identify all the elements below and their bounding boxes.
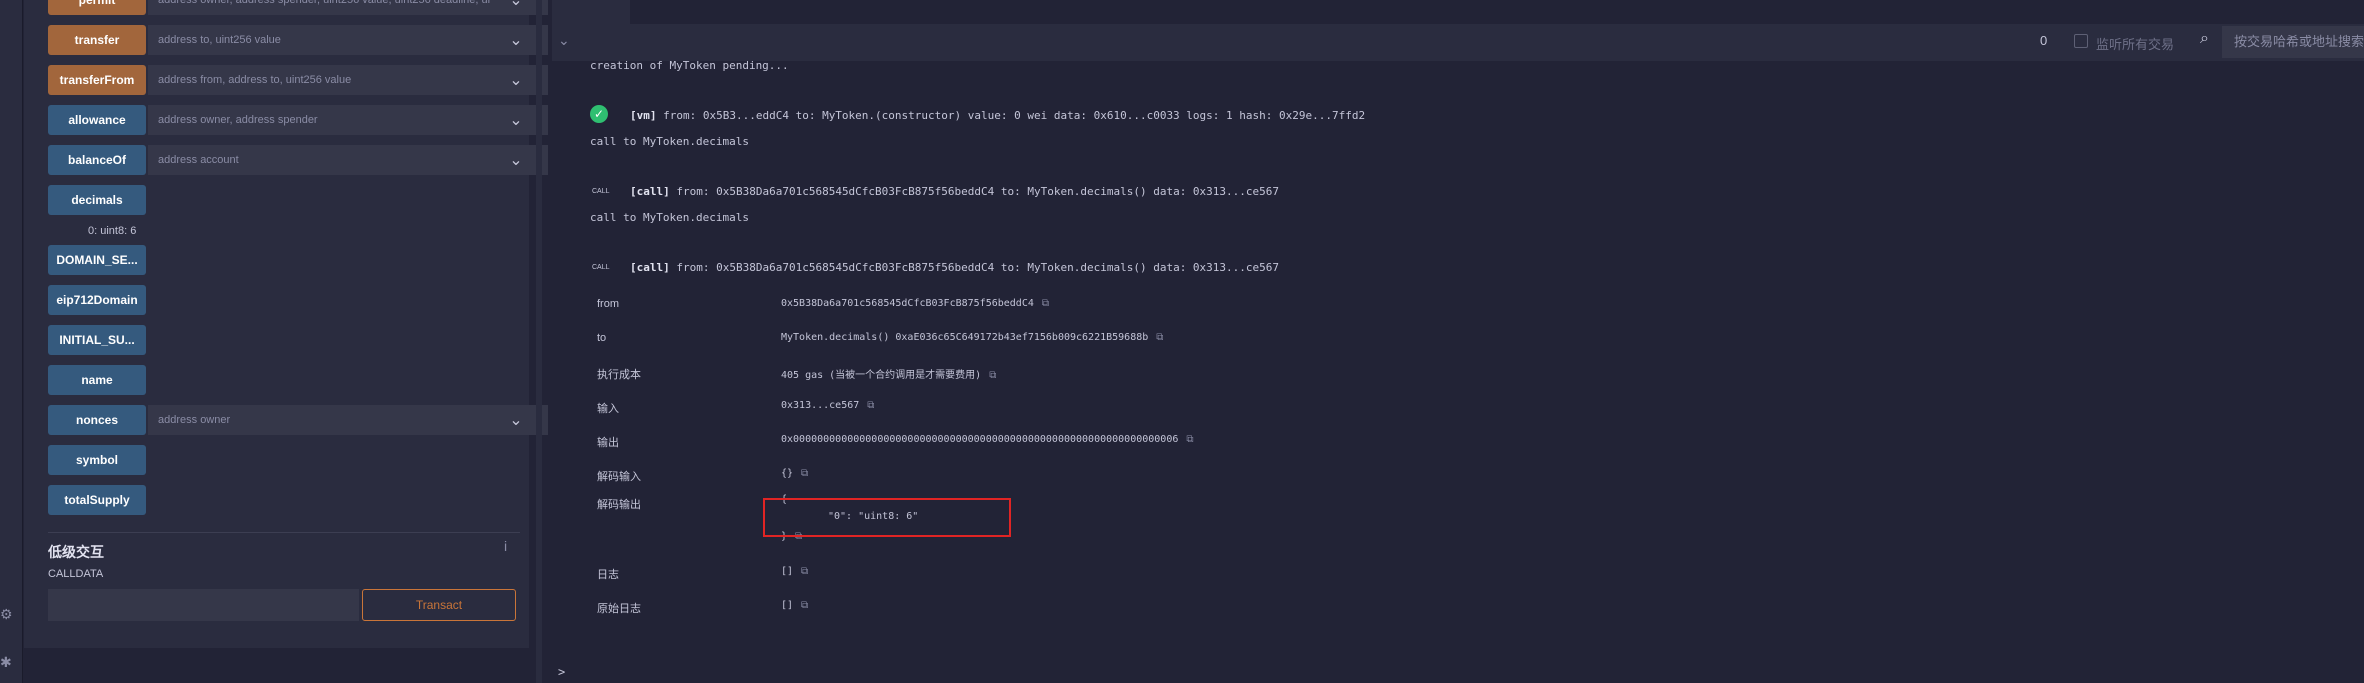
divider bbox=[48, 532, 520, 533]
detail-value-decoded-input: {} ⧉ bbox=[781, 468, 809, 479]
transact-button[interactable]: Transact bbox=[362, 589, 516, 621]
calldata-input[interactable] bbox=[48, 589, 359, 621]
log-call-to-1: call to MyToken.decimals bbox=[590, 135, 749, 148]
copy-icon[interactable]: ⧉ bbox=[1186, 434, 1193, 445]
vm-line: from: 0x5B3...eddC4 to: MyToken.(constru… bbox=[663, 109, 1366, 122]
copy-icon[interactable]: ⧉ bbox=[989, 370, 996, 381]
log-call-1[interactable]: [call] from: 0x5B38Da6a701c568545dCfcB03… bbox=[630, 185, 1279, 198]
detail-label-decoded-input: 解码输入 bbox=[597, 471, 641, 483]
copy-icon[interactable]: ⧉ bbox=[801, 600, 808, 611]
transfer-args-input[interactable]: address to, uint256 value bbox=[148, 25, 548, 55]
totalsupply-button[interactable]: totalSupply bbox=[48, 485, 146, 515]
settings-icon[interactable]: ⚙ bbox=[0, 606, 13, 623]
success-check-icon: ✓ bbox=[590, 105, 608, 123]
detail-value-to: MyToken.decimals() 0xaE036c65C649172b43e… bbox=[781, 332, 1164, 343]
copy-icon[interactable]: ⧉ bbox=[867, 400, 874, 411]
chevron-down-icon[interactable]: ⌄ bbox=[504, 405, 528, 435]
detail-label-raw-logs: 原始日志 bbox=[597, 603, 641, 615]
balanceof-args-input[interactable]: address account bbox=[148, 145, 548, 175]
detail-label-decoded-output: 解码输出 bbox=[597, 499, 641, 511]
decimals-output: 0: uint8: 6 bbox=[88, 225, 137, 237]
collapse-terminal-icon[interactable]: ⌄ bbox=[558, 32, 570, 49]
call-badge: CALL bbox=[592, 264, 610, 271]
low-level-title: 低级交互 bbox=[48, 544, 104, 560]
eip712domain-button[interactable]: eip712Domain bbox=[48, 285, 146, 315]
detail-label-from: from bbox=[597, 298, 619, 310]
terminal-prompt[interactable]: > bbox=[558, 665, 565, 679]
chevron-down-icon[interactable]: ⌄ bbox=[504, 0, 528, 15]
domain-separator-button[interactable]: DOMAIN_SE... bbox=[48, 245, 146, 275]
listen-all-label: 监听所有交易 bbox=[2096, 37, 2175, 52]
detail-label-to: to bbox=[597, 332, 607, 344]
log-call-2[interactable]: [call] from: 0x5B38Da6a701c568545dCfcB03… bbox=[630, 261, 1279, 274]
call-line: from: 0x5B38Da6a701c568545dCfcB03FcB875f… bbox=[676, 261, 1280, 274]
transferfrom-args-input[interactable]: address from, address to, uint256 value bbox=[148, 65, 548, 95]
transaction-search-input[interactable]: 按交易哈希或地址搜索 bbox=[2222, 26, 2364, 58]
detail-label-logs: 日志 bbox=[597, 569, 619, 581]
call-line: from: 0x5B38Da6a701c568545dCfcB03FcB875f… bbox=[676, 185, 1280, 198]
terminal-header bbox=[552, 24, 2364, 61]
vm-tag: [vm] bbox=[630, 109, 657, 122]
panel-footer bbox=[24, 648, 529, 683]
detail-label-cost: 执行成本 bbox=[597, 369, 641, 381]
left-icon-rail: ⚙ ✱ bbox=[0, 0, 23, 683]
chevron-down-icon[interactable]: ⌄ bbox=[504, 145, 528, 175]
name-button[interactable]: name bbox=[48, 365, 146, 395]
nonces-args-input[interactable]: address owner bbox=[148, 405, 548, 435]
info-icon[interactable]: i bbox=[504, 538, 507, 554]
plugin-icon[interactable]: ✱ bbox=[0, 654, 12, 671]
transferfrom-button[interactable]: transferFrom bbox=[48, 65, 146, 95]
permit-button[interactable]: permit bbox=[48, 0, 146, 15]
copy-icon[interactable]: ⧉ bbox=[1042, 298, 1049, 309]
allowance-button[interactable]: allowance bbox=[48, 105, 146, 135]
detail-value-raw-logs: [] ⧉ bbox=[781, 600, 809, 611]
detail-label-output: 输出 bbox=[597, 437, 619, 449]
chevron-down-icon[interactable]: ⌄ bbox=[504, 105, 528, 135]
symbol-button[interactable]: symbol bbox=[48, 445, 146, 475]
copy-icon[interactable]: ⧉ bbox=[801, 566, 808, 577]
log-pending: creation of MyToken pending... bbox=[590, 59, 789, 72]
detail-value-cost: 405 gas (当被一个合约调用是才需要费用) ⧉ bbox=[781, 370, 997, 381]
transfer-button[interactable]: transfer bbox=[48, 25, 146, 55]
detail-label-input: 输入 bbox=[597, 403, 619, 415]
chevron-down-icon[interactable]: ⌄ bbox=[504, 25, 528, 55]
chevron-down-icon[interactable]: ⌄ bbox=[504, 65, 528, 95]
permit-args-input[interactable]: address owner, address spender, uint256 … bbox=[148, 0, 548, 15]
detail-value-logs: [] ⧉ bbox=[781, 566, 809, 577]
log-vm[interactable]: [vm] from: 0x5B3...eddC4 to: MyToken.(co… bbox=[630, 109, 1365, 122]
decimals-button[interactable]: decimals bbox=[48, 185, 146, 215]
panel-splitter[interactable] bbox=[536, 0, 542, 683]
detail-value-output: 0x00000000000000000000000000000000000000… bbox=[781, 434, 1194, 445]
call-badge: CALL bbox=[592, 188, 610, 195]
search-icon[interactable]: ⌕ bbox=[2200, 30, 2209, 48]
editor-area bbox=[552, 0, 630, 24]
calldata-label: CALLDATA bbox=[48, 568, 104, 580]
balanceof-button[interactable]: balanceOf bbox=[48, 145, 146, 175]
detail-value-input: 0x313...ce567 ⧉ bbox=[781, 400, 875, 411]
pending-count: 0 bbox=[2040, 33, 2048, 48]
allowance-args-input[interactable]: address owner, address spender bbox=[148, 105, 548, 135]
copy-icon[interactable]: ⧉ bbox=[801, 468, 808, 479]
call-tag: [call] bbox=[630, 261, 670, 274]
call-tag: [call] bbox=[630, 185, 670, 198]
copy-icon[interactable]: ⧉ bbox=[1156, 332, 1163, 343]
listen-all-checkbox[interactable] bbox=[2074, 34, 2088, 48]
nonces-button[interactable]: nonces bbox=[48, 405, 146, 435]
detail-value-from: 0x5B38Da6a701c568545dCfcB03FcB875f56bedd… bbox=[781, 298, 1050, 309]
initial-supply-button[interactable]: INITIAL_SU... bbox=[48, 325, 146, 355]
deployed-contract-panel: permit address owner, address spender, u… bbox=[24, 0, 548, 648]
log-call-to-2: call to MyToken.decimals bbox=[590, 211, 749, 224]
highlight-annotation bbox=[763, 498, 1011, 537]
